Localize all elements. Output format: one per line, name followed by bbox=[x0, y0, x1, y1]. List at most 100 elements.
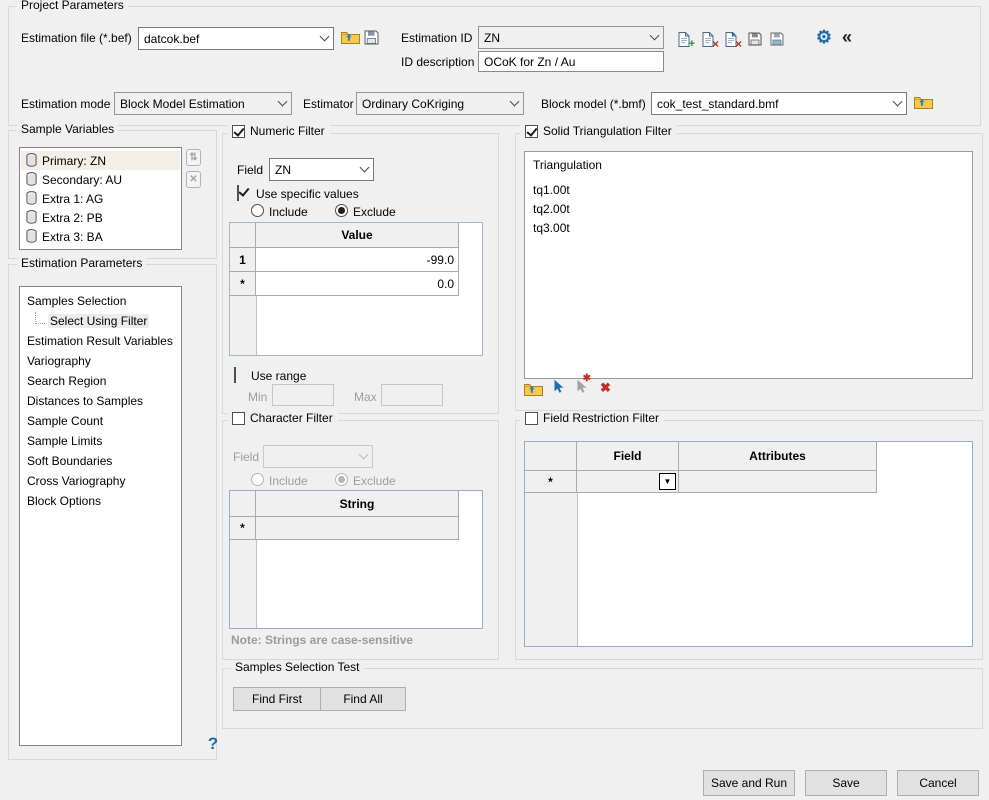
chevron-down-icon[interactable] bbox=[356, 159, 373, 180]
tree-item-samples-selection[interactable]: Samples Selection bbox=[21, 291, 180, 310]
use-specific-values-label[interactable]: Use specific values bbox=[256, 187, 359, 201]
character-strings-table: String * bbox=[229, 490, 483, 629]
remove-variable-button[interactable]: ✕ bbox=[186, 171, 201, 188]
character-exclude-label: Exclude bbox=[353, 474, 396, 488]
string-cell[interactable] bbox=[256, 517, 459, 540]
tree-item-distances-to-samples[interactable]: Distances to Samples bbox=[21, 391, 180, 410]
tree-item-search-region[interactable]: Search Region bbox=[21, 371, 180, 390]
field-restriction-filter-title[interactable]: Field Restriction Filter bbox=[543, 411, 659, 425]
open-estimation-file-folder-icon[interactable] bbox=[340, 29, 360, 46]
row-header[interactable]: * bbox=[230, 517, 256, 540]
delete-triangulation-icon[interactable]: ✖ bbox=[598, 380, 613, 395]
chevron-down-icon[interactable] bbox=[274, 93, 291, 114]
list-item[interactable]: Extra 2: PB bbox=[21, 208, 180, 227]
estimation-id-combo[interactable]: ZN bbox=[478, 26, 664, 49]
list-item[interactable]: Primary: ZN bbox=[21, 151, 180, 170]
numeric-values-table: Value 1 -99.0 * 0.0 bbox=[229, 222, 483, 356]
x-badge: × bbox=[735, 38, 742, 50]
use-range-label[interactable]: Use range bbox=[251, 369, 306, 383]
list-item[interactable]: tq1.00t bbox=[533, 183, 570, 197]
variable-label: Extra 3: BA bbox=[42, 230, 103, 244]
tree-item-variography[interactable]: Variography bbox=[21, 351, 180, 370]
save-estimation-file-icon[interactable] bbox=[363, 29, 380, 46]
pick-cursor-icon[interactable] bbox=[551, 378, 565, 395]
field-cell[interactable]: ▼ bbox=[577, 471, 679, 493]
id-description-input[interactable]: OCoK for Zn / Au bbox=[478, 51, 664, 72]
tree-item-soft-boundaries[interactable]: Soft Boundaries bbox=[21, 451, 180, 470]
numeric-field-label: Field bbox=[237, 163, 263, 177]
find-all-button[interactable]: Find All bbox=[320, 687, 406, 711]
numeric-include-label[interactable]: Include bbox=[269, 205, 308, 219]
database-icon bbox=[26, 191, 37, 207]
field-column-header: Field bbox=[577, 442, 679, 471]
swap-icon: ⇅ bbox=[189, 152, 197, 163]
open-block-model-folder-icon[interactable] bbox=[913, 94, 933, 111]
x-badge: × bbox=[712, 38, 719, 50]
use-specific-values-checkbox[interactable] bbox=[237, 185, 239, 201]
find-first-button[interactable]: Find First bbox=[233, 687, 321, 711]
block-model-combo[interactable]: cok_test_standard.bmf bbox=[651, 92, 907, 115]
chevron-down-icon[interactable] bbox=[889, 93, 906, 114]
estimator-combo[interactable]: Ordinary CoKriging bbox=[356, 92, 524, 115]
list-item[interactable]: Extra 1: AG bbox=[21, 189, 180, 208]
numeric-filter-checkbox[interactable] bbox=[232, 125, 245, 138]
save-estimation-icon[interactable] bbox=[747, 31, 763, 47]
estimation-file-combo[interactable]: datcok.bef bbox=[138, 27, 334, 50]
tree-item-cross-variography[interactable]: Cross Variography bbox=[21, 471, 180, 490]
delete-all-estimations-doc-icon[interactable]: × bbox=[723, 30, 739, 48]
collapse-icon[interactable]: « bbox=[838, 27, 856, 47]
numeric-exclude-radio[interactable] bbox=[335, 204, 348, 217]
list-item[interactable]: tq2.00t bbox=[533, 202, 570, 216]
numeric-field-value: ZN bbox=[275, 163, 356, 177]
character-include-radio bbox=[251, 473, 264, 486]
chevron-down-icon[interactable] bbox=[316, 28, 333, 49]
field-restriction-filter-checkbox[interactable] bbox=[525, 412, 538, 425]
character-filter-title[interactable]: Character Filter bbox=[250, 411, 333, 425]
solid-triangulation-filter-checkbox[interactable] bbox=[525, 125, 538, 138]
variable-label: Primary: ZN bbox=[42, 154, 106, 168]
list-item[interactable]: tq3.00t bbox=[533, 221, 570, 235]
chevron-down-icon[interactable] bbox=[646, 27, 663, 48]
max-label: Max bbox=[354, 390, 377, 404]
attributes-cell[interactable] bbox=[679, 471, 877, 493]
swap-variables-button[interactable]: ⇅ bbox=[186, 149, 201, 166]
save-estimation-as-icon[interactable] bbox=[769, 31, 785, 47]
tree-item-estimation-result-variables[interactable]: Estimation Result Variables bbox=[21, 331, 180, 350]
row-header[interactable]: * bbox=[230, 272, 256, 296]
estimation-file-label: Estimation file (*.bef) bbox=[21, 31, 132, 45]
row-header[interactable]: * bbox=[525, 471, 577, 493]
min-input[interactable] bbox=[272, 384, 334, 406]
chevron-down-icon[interactable] bbox=[506, 93, 523, 114]
numeric-field-combo[interactable]: ZN bbox=[269, 158, 374, 181]
use-range-checkbox[interactable] bbox=[234, 367, 236, 383]
estimation-file-value: datcok.bef bbox=[144, 32, 316, 46]
character-field-combo[interactable] bbox=[263, 445, 373, 468]
value-cell[interactable]: -99.0 bbox=[256, 248, 459, 272]
tree-item-sample-count[interactable]: Sample Count bbox=[21, 411, 180, 430]
cancel-button[interactable]: Cancel bbox=[897, 770, 979, 796]
row-header[interactable]: 1 bbox=[230, 248, 256, 272]
tree-item-block-options[interactable]: Block Options bbox=[21, 491, 180, 510]
numeric-include-radio[interactable] bbox=[251, 204, 264, 217]
estimation-mode-combo[interactable]: Block Model Estimation bbox=[114, 92, 292, 115]
solid-triangulation-filter-title[interactable]: Solid Triangulation Filter bbox=[543, 124, 672, 138]
case-sensitive-note: Note: Strings are case-sensitive bbox=[231, 633, 413, 647]
tree-item-sample-limits[interactable]: Sample Limits bbox=[21, 431, 180, 450]
max-input[interactable] bbox=[381, 384, 443, 406]
save-button[interactable]: Save bbox=[805, 770, 887, 796]
delete-estimation-doc-icon[interactable]: × bbox=[700, 30, 716, 48]
unpick-cursor-icon[interactable]: ✱ bbox=[572, 378, 589, 395]
settings-gear-icon[interactable]: ⚙ bbox=[814, 27, 834, 47]
list-item[interactable]: Secondary: AU bbox=[21, 170, 180, 189]
help-icon[interactable]: ? bbox=[205, 733, 221, 753]
new-estimation-doc-icon[interactable]: + bbox=[676, 30, 692, 48]
value-cell[interactable]: 0.0 bbox=[256, 272, 459, 296]
list-item[interactable]: Extra 3: BA bbox=[21, 227, 180, 246]
character-filter-checkbox[interactable] bbox=[232, 412, 245, 425]
tree-item-select-using-filter[interactable]: Select Using Filter bbox=[21, 311, 180, 330]
numeric-exclude-label[interactable]: Exclude bbox=[353, 205, 396, 219]
load-triangulation-folder-icon[interactable] bbox=[523, 381, 543, 398]
numeric-filter-title[interactable]: Numeric Filter bbox=[250, 124, 325, 138]
field-dropdown-button[interactable]: ▼ bbox=[659, 473, 676, 490]
save-and-run-button[interactable]: Save and Run bbox=[703, 770, 795, 796]
